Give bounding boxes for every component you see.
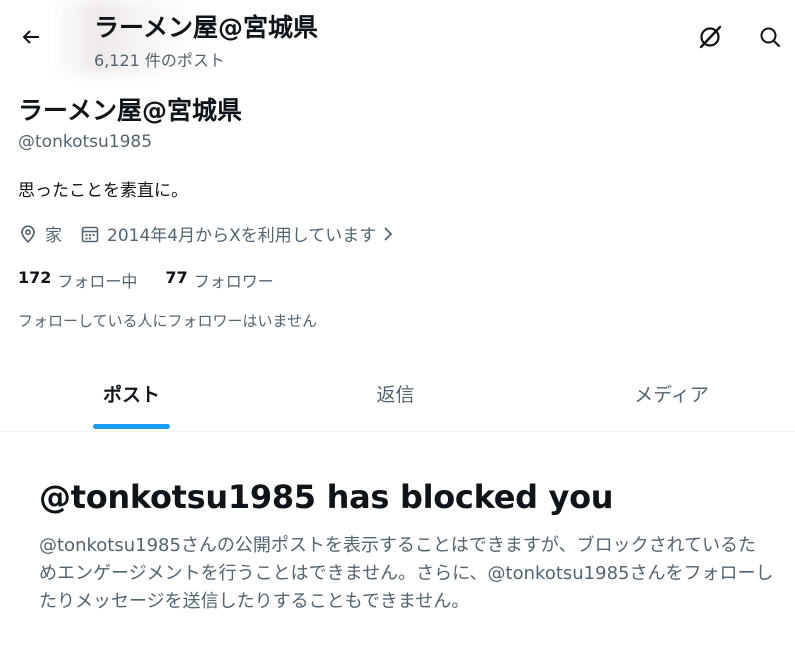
followers-count: 77 — [165, 268, 188, 287]
grok-button[interactable] — [691, 18, 729, 56]
header-title: ラーメン屋@宮城県 — [94, 13, 319, 42]
profile-joined[interactable]: 2014年4月からXを利用しています — [80, 221, 396, 246]
header-post-count: 6,121 件のポスト — [94, 51, 225, 70]
top-header: ラーメン屋@宮城県 6,121 件のポスト — [0, 0, 795, 74]
tab-posts[interactable]: ポスト — [50, 356, 213, 431]
active-tab-indicator — [93, 424, 170, 429]
following-link[interactable]: 172 フォロー中 — [18, 268, 137, 292]
profile-handle: @tonkotsu1985 — [18, 132, 153, 152]
search-button[interactable] — [751, 18, 789, 56]
arrow-left-icon — [22, 30, 39, 44]
joined-text: 2014年4月からXを利用しています — [107, 226, 377, 246]
back-button[interactable] — [12, 18, 50, 56]
tab-replies[interactable]: 返信 — [314, 356, 477, 431]
following-count: 172 — [18, 268, 52, 287]
location-pin-icon — [21, 224, 35, 243]
profile-display-name: ラーメン屋@宮城県 — [18, 96, 243, 125]
chevron-right-icon — [384, 226, 393, 241]
followers-label: フォロワー — [193, 272, 274, 291]
profile-tabs: ポスト 返信 メディア — [0, 356, 795, 432]
profile-bio: 思ったことを素直に。 — [18, 181, 188, 201]
calendar-icon — [81, 226, 99, 242]
following-label: フォロー中 — [57, 272, 138, 291]
profile-meta: 家 2014年4月からXを利用しています — [18, 221, 396, 246]
followers-link[interactable]: 77 フォロワー — [165, 268, 273, 292]
followers-you-know-note: フォローしている人にフォロワーはいません — [18, 312, 318, 330]
follow-stats: 172 フォロー中 77 フォロワー — [18, 268, 274, 292]
blocked-message: @tonkotsu1985さんの公開ポストを表示することはできますが、ブロックさ… — [39, 535, 774, 612]
location-text: 家 — [45, 226, 62, 246]
search-icon — [760, 27, 781, 48]
profile-location: 家 — [18, 221, 62, 246]
blocked-title: @tonkotsu1985 has blocked you — [39, 478, 614, 516]
grok-icon — [699, 25, 722, 49]
tab-media[interactable]: メディア — [590, 356, 753, 431]
